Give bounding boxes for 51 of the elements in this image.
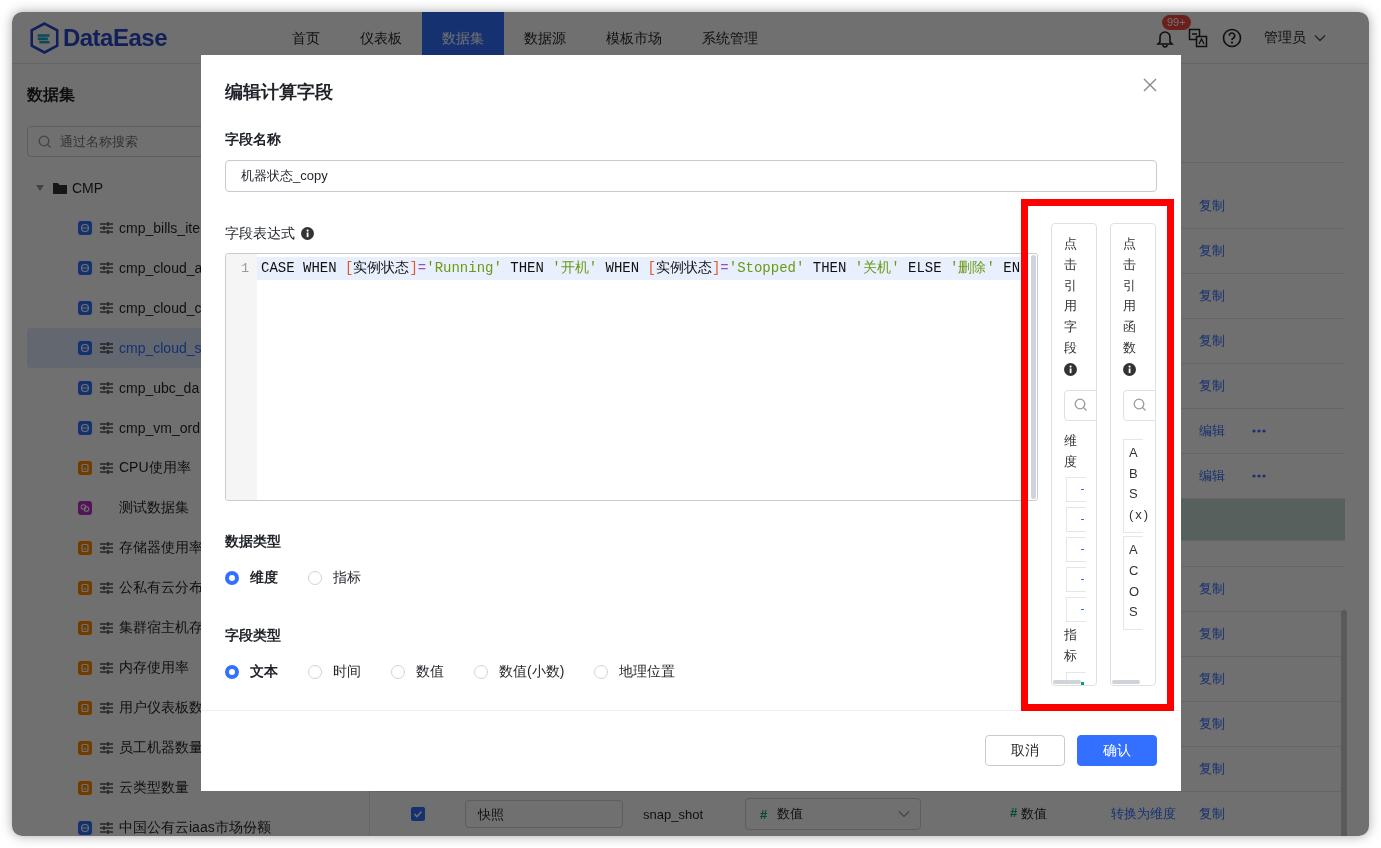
sidebar-title: 数据集 — [27, 85, 75, 105]
action-link[interactable]: 复制 — [1199, 197, 1225, 215]
type-select[interactable]: # 数值 — [745, 798, 921, 830]
radio-label[interactable]: 维度 — [250, 569, 278, 587]
action-link[interactable]: 复制 — [1199, 760, 1225, 778]
name-field[interactable]: 快照 — [465, 800, 623, 828]
code-editor[interactable]: 1 CASE WHEN [实例状态]='Running' THEN '开机' WHEN [实例状态]='Stopped' THEN '关机' ELSE '删除' EN — [225, 253, 1038, 501]
confirm-button[interactable]: 确认 — [1077, 735, 1157, 766]
action-link[interactable]: 编辑 — [1199, 467, 1225, 485]
field-label: 字段表达式 — [225, 224, 295, 243]
select-value: 数值 — [777, 805, 804, 823]
table-cell: 数值 — [1021, 805, 1048, 823]
tree-item[interactable]: 用户仪表板数 — [27, 688, 354, 728]
tree-item[interactable]: 云类型数量 — [27, 768, 354, 808]
group-label: 指标 — [1064, 626, 1077, 666]
radio-label[interactable]: 时间 — [333, 663, 361, 681]
field-label: 字段名称 — [225, 130, 282, 149]
name-field[interactable]: 机器状态_copy — [225, 160, 1157, 192]
hash-icon: # — [1010, 805, 1018, 823]
action-link[interactable]: 复制 — [1199, 332, 1225, 350]
tree-item[interactable]: 员工机器数量 — [27, 728, 354, 768]
notification-badge: 99+ — [1162, 14, 1191, 30]
panel-title: 点击引用函数 — [1123, 235, 1136, 357]
action-link[interactable]: 编辑 — [1199, 422, 1225, 440]
cancel-button[interactable]: 取消 — [985, 735, 1065, 766]
radio-label[interactable]: 文本 — [250, 663, 278, 681]
action-link[interactable]: 复制 — [1199, 287, 1225, 305]
action-link[interactable]: 复制 — [1199, 625, 1225, 643]
panel-title: 点击引用字段 — [1064, 235, 1077, 357]
line-number: 1 — [240, 260, 249, 278]
copy-link[interactable]: 复制 — [1199, 805, 1225, 823]
action-link[interactable]: 复制 — [1199, 580, 1225, 598]
field-label: 数据类型 — [225, 532, 282, 551]
radio-label[interactable]: 数值 — [416, 663, 444, 681]
dialog-title: 编辑计算字段 — [225, 81, 333, 104]
radio-label[interactable]: 指标 — [333, 569, 361, 587]
tree-item[interactable]: 中国公有云iaas市场份额 — [27, 808, 354, 836]
field-label: 字段类型 — [225, 626, 282, 645]
group-label: 维度 — [1064, 431, 1077, 471]
action-link[interactable]: 复制 — [1199, 242, 1225, 260]
convert-link[interactable]: 转换为维度 — [1111, 805, 1176, 823]
action-link[interactable]: 复制 — [1199, 670, 1225, 688]
hash-icon: # — [760, 806, 768, 822]
action-link[interactable]: 复制 — [1199, 377, 1225, 395]
action-link[interactable]: 复制 — [1199, 715, 1225, 733]
user-menu[interactable]: 管理员 — [1264, 28, 1326, 47]
radio-label[interactable]: 地理位置 — [619, 663, 676, 681]
logo-text: DataEase — [62, 23, 167, 52]
radio-label[interactable]: 数值(小数) — [499, 663, 565, 681]
function-item[interactable]: ACOS — [1123, 535, 1144, 631]
table-cell: snap_shot — [643, 806, 703, 822]
